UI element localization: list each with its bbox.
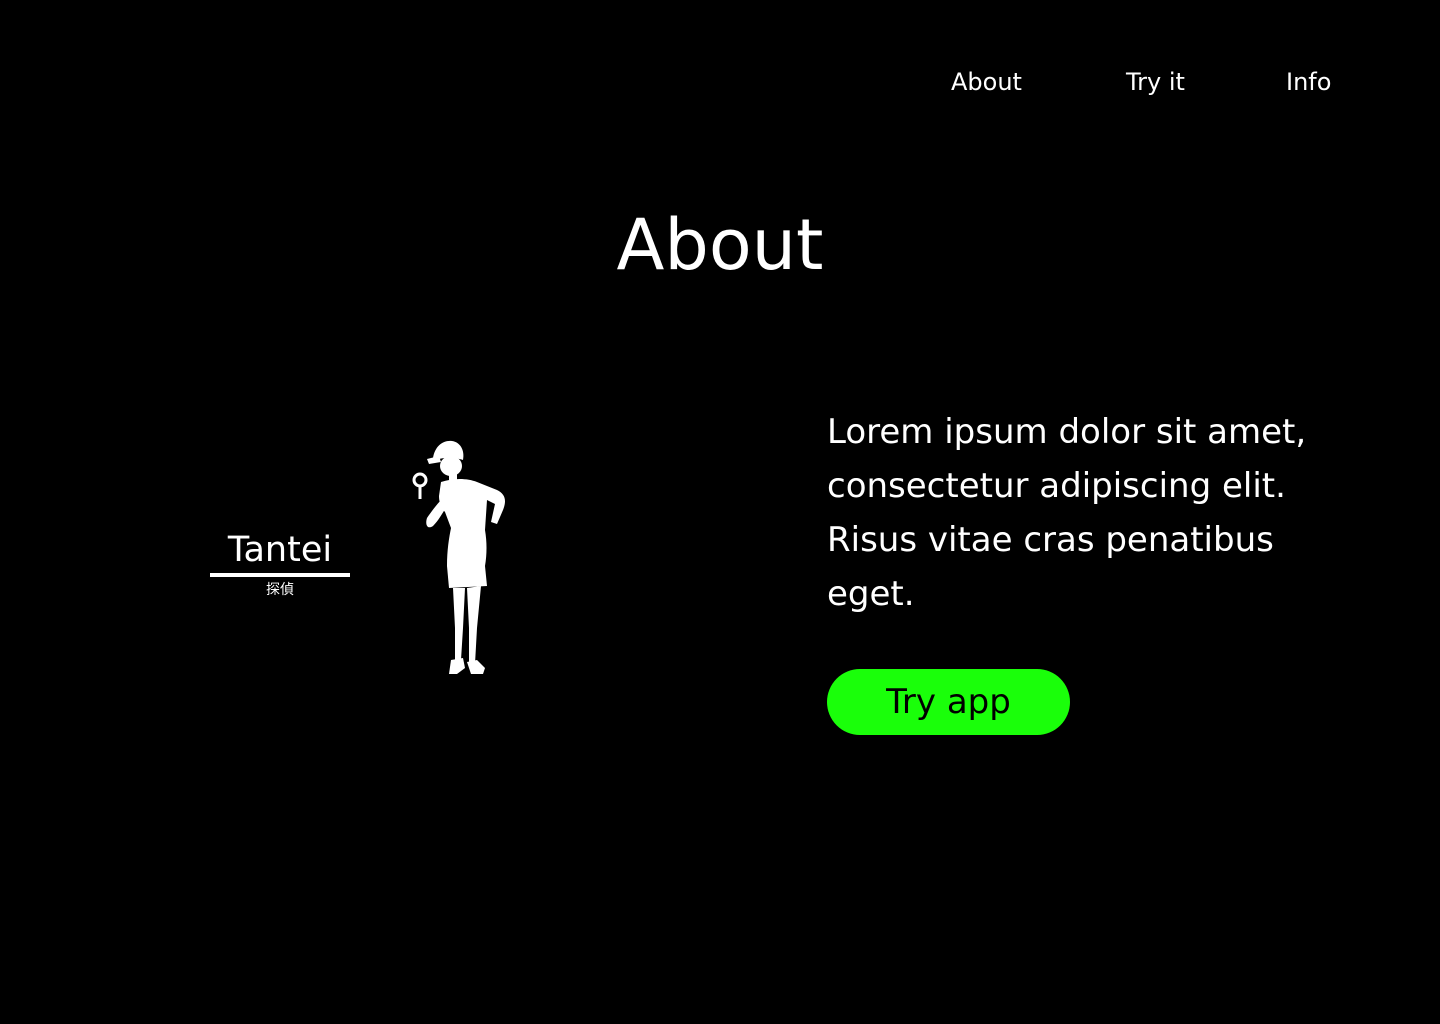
logo-name: Tantei <box>227 530 333 570</box>
nav-link-info[interactable]: Info <box>1286 62 1331 102</box>
nav-link-about[interactable]: About <box>951 62 1022 102</box>
about-description: Lorem ipsum dolor sit amet, consectetur … <box>827 412 1307 614</box>
top-navigation: About Try it Info <box>0 62 1440 102</box>
logo-subtitle: 探偵 <box>266 582 294 598</box>
try-app-button[interactable]: Try app <box>827 669 1070 735</box>
logo-underline <box>210 573 350 577</box>
detective-silhouette-icon <box>412 440 505 674</box>
nav-link-try-it[interactable]: Try it <box>1126 62 1185 102</box>
page-title: About <box>616 204 824 286</box>
tantei-logo: Tantei 探偵 <box>210 527 350 601</box>
